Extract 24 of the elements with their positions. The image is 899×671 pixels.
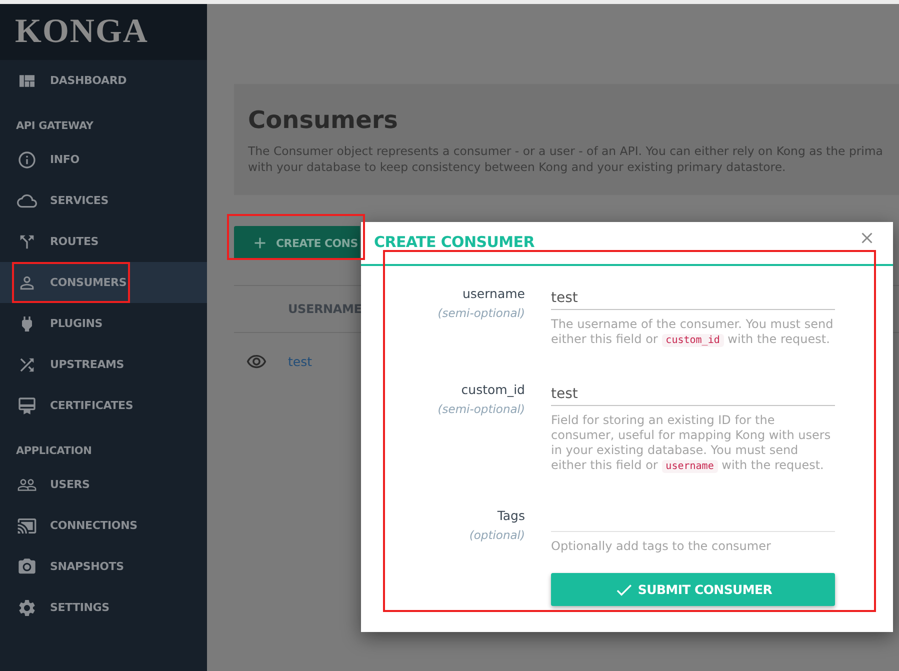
camera-icon [17,556,37,576]
field-requirement: (semi-optional) [438,401,525,417]
section-title: API GATEWAY [15,119,94,134]
help-text: Field for storing an existing ID for the consumer, useful for mapping Kong with users in your existing database. You must send either this field or username with the request. [551,413,832,474]
field-requirement: (semi-optional) [438,305,525,321]
sidebar-item[interactable]: CONSUMERS [0,262,207,303]
input-field[interactable]: test [551,286,835,310]
certificate-icon [17,396,37,416]
column-header: USERNAME [288,302,362,316]
cast-icon [17,516,37,536]
input-field[interactable]: test [551,382,835,406]
create-consumer-button[interactable]: CREATE CONS [234,226,360,260]
section-title: APPLICATION [15,444,93,459]
help-text: The username of the consumer. You must send either this field or custom_id with the request. [551,317,834,348]
dialog-title: CREATE CONSUMER [374,234,534,251]
field-label: Tags [497,508,525,524]
settings-icon [17,598,37,618]
field-label: custom_id [461,382,525,398]
info-icon [17,150,37,170]
field-requirement: (optional) [469,527,525,543]
field-label: username [462,286,525,302]
logo: KONGA [15,15,148,49]
page-title: Consumers [248,105,399,135]
help-text: Optionally add tags to the consumer [551,539,772,554]
